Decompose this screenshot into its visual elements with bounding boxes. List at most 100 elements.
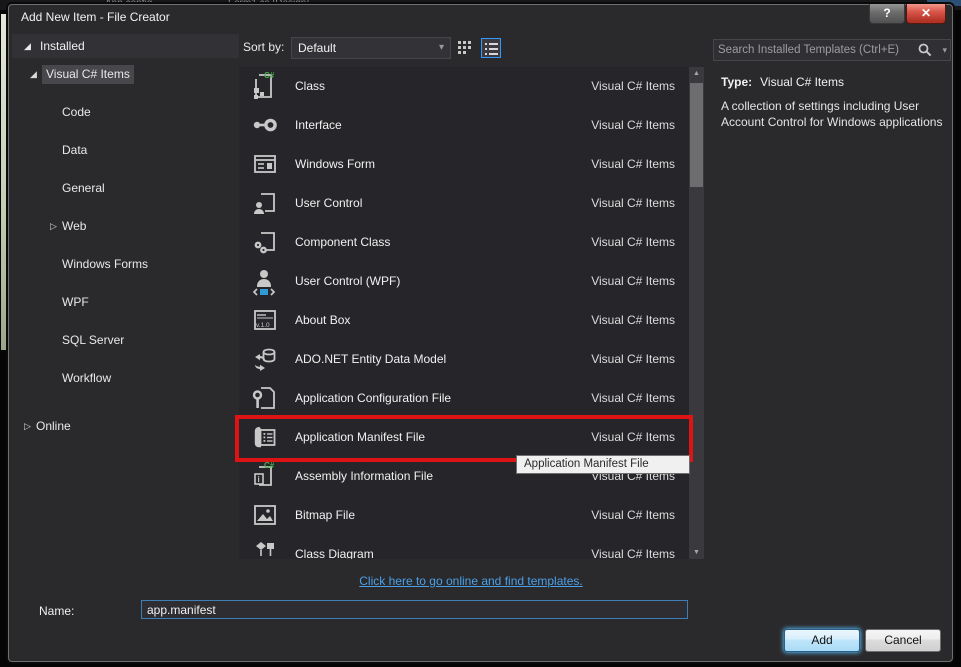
chevron-down-icon: ▾ — [438, 42, 444, 53]
template-type: Visual C# Items — [591, 157, 675, 171]
close-button[interactable]: ✕ — [906, 4, 946, 24]
template-type: Visual C# Items — [591, 391, 675, 405]
help-button[interactable]: ? — [869, 4, 905, 24]
sidebar-item-workflow[interactable]: Workflow — [12, 369, 239, 388]
template-row-user-control-wpf-[interactable]: User Control (WPF) Visual C# Items — [239, 262, 689, 301]
search-box[interactable]: ▾ — [713, 39, 951, 61]
list-view-icon[interactable] — [481, 38, 501, 58]
template-name: Assembly Information File — [295, 469, 434, 483]
add-new-item-dialog: Add New Item - File Creator ? ✕ ◢ Instal… — [8, 4, 953, 662]
sidebar-item-data[interactable]: Data — [12, 141, 239, 160]
expanded-triangle-icon: ◢ — [24, 41, 31, 51]
background-window-edge — [1, 14, 8, 350]
sidebar-item-label: Data — [62, 143, 88, 157]
interface-icon — [251, 109, 279, 141]
template-row-bitmap-file[interactable]: Bitmap File Visual C# Items — [239, 496, 689, 535]
about-box-icon: v.1.0 — [251, 304, 279, 336]
windows-form-icon — [251, 148, 279, 180]
find-templates-link[interactable]: Click here to go online and find templat… — [359, 574, 582, 588]
template-row-class-diagram[interactable]: Class Diagram Visual C# Items — [239, 535, 689, 559]
template-row-about-box[interactable]: v.1.0 About Box Visual C# Items — [239, 301, 689, 340]
template-row-application-configuration-file[interactable]: Application Configuration File Visual C# … — [239, 379, 689, 418]
template-name: Component Class — [295, 235, 391, 249]
vertical-scrollbar[interactable]: ▲ ▼ — [689, 67, 704, 559]
template-type: Visual C# Items — [591, 313, 675, 327]
type-label: Type: — [721, 75, 753, 89]
type-value: Visual C# Items — [760, 75, 844, 89]
sidebar-group-label: Installed — [40, 39, 85, 53]
template-type-row: Type: Visual C# Items — [721, 75, 844, 89]
sidebar-item-label: Code — [62, 105, 91, 119]
sidebar-item-windows-forms[interactable]: Windows Forms — [12, 255, 239, 274]
dialog-title: Add New Item - File Creator — [21, 10, 170, 24]
category-tree: ◢ Visual C# Items Code Data General ▷ Web Windo… — [12, 65, 239, 433]
sort-by-label: Sort by: — [243, 40, 285, 54]
collapsed-triangle-icon[interactable]: ▷ — [24, 417, 31, 436]
sort-dropdown[interactable]: Default ▾ — [291, 37, 451, 59]
sidebar-item-wpf[interactable]: WPF — [12, 293, 239, 312]
template-row-ado-net-entity-data-model[interactable]: ADO.NET Entity Data Model Visual C# Items — [239, 340, 689, 379]
template-name: Application Configuration File — [295, 391, 452, 405]
template-type: Visual C# Items — [591, 196, 675, 210]
class-diagram-icon — [251, 538, 279, 559]
template-row-component-class[interactable]: Component Class Visual C# Items — [239, 223, 689, 262]
scroll-up-icon[interactable]: ▲ — [689, 67, 704, 80]
sidebar-item-label: General — [62, 181, 105, 195]
template-name: Class — [295, 79, 326, 93]
template-type: Visual C# Items — [591, 508, 675, 522]
template-type: Visual C# Items — [591, 547, 675, 559]
template-row-class[interactable]: C# Class Visual C# Items — [239, 67, 689, 106]
template-name: ADO.NET Entity Data Model — [295, 352, 447, 366]
chevron-down-icon: ▾ — [942, 45, 947, 55]
sidebar-item-label: Web — [62, 219, 87, 233]
name-input[interactable] — [141, 600, 688, 619]
template-type: Visual C# Items — [591, 352, 675, 366]
expanded-triangle-icon[interactable]: ◢ — [30, 65, 37, 84]
online-link-row: Click here to go online and find templat… — [239, 572, 703, 590]
template-row-windows-form[interactable]: Windows Form Visual C# Items — [239, 145, 689, 184]
name-label: Name: — [39, 604, 75, 618]
sidebar-item-label: Online — [36, 419, 71, 433]
svg-text:C#: C# — [264, 461, 275, 470]
template-name: Windows Form — [295, 157, 376, 171]
sidebar-item-visual-c-items[interactable]: ◢ Visual C# Items — [12, 65, 239, 84]
template-type: Visual C# Items — [591, 235, 675, 249]
search-input[interactable] — [718, 41, 914, 59]
tooltip: Application Manifest File — [516, 455, 690, 474]
sidebar-item-label: SQL Server — [62, 333, 125, 347]
scrollbar-thumb[interactable] — [690, 83, 703, 187]
template-type: Visual C# Items — [591, 274, 675, 288]
svg-text:v.1.0: v.1.0 — [256, 322, 270, 329]
svg-text:i: i — [258, 475, 260, 484]
user-control-icon — [251, 187, 279, 219]
template-name: About Box — [295, 313, 351, 327]
template-name: User Control (WPF) — [295, 274, 401, 288]
template-row-user-control[interactable]: User Control Visual C# Items — [239, 184, 689, 223]
assembly-info-icon: C# i — [251, 460, 279, 492]
grid-view-icon[interactable] — [455, 38, 475, 58]
sidebar-item-label: Windows Forms — [62, 257, 149, 271]
template-description: A collection of settings including User … — [721, 99, 943, 129]
sidebar-item-web[interactable]: ▷ Web — [12, 217, 239, 236]
sidebar-item-online[interactable]: ▷ Online — [12, 417, 239, 436]
template-name: User Control — [295, 196, 363, 210]
cancel-button[interactable]: Cancel — [865, 629, 941, 652]
collapsed-triangle-icon[interactable]: ▷ — [50, 217, 57, 236]
component-class-icon — [251, 226, 279, 258]
sidebar-item-label: Workflow — [62, 371, 112, 385]
template-type: Visual C# Items — [591, 79, 675, 93]
sidebar-group-installed[interactable]: ◢ Installed — [12, 34, 239, 58]
template-name: Class Diagram — [295, 547, 374, 559]
sidebar-item-sql-server[interactable]: SQL Server — [12, 331, 239, 350]
class-icon: C# — [251, 70, 279, 102]
bitmap-icon — [251, 499, 279, 531]
template-row-interface[interactable]: Interface Visual C# Items — [239, 106, 689, 145]
titlebar-buttons: ? ✕ — [869, 4, 946, 24]
sidebar-item-general[interactable]: General — [12, 179, 239, 198]
sidebar-item-label: Visual C# Items — [42, 65, 134, 84]
scroll-down-icon[interactable]: ▼ — [689, 546, 704, 559]
search-icon[interactable]: ▾ — [917, 42, 947, 58]
ado-net-entity-icon — [251, 343, 279, 375]
sidebar-item-code[interactable]: Code — [12, 103, 239, 122]
add-button[interactable]: Add — [784, 629, 860, 652]
